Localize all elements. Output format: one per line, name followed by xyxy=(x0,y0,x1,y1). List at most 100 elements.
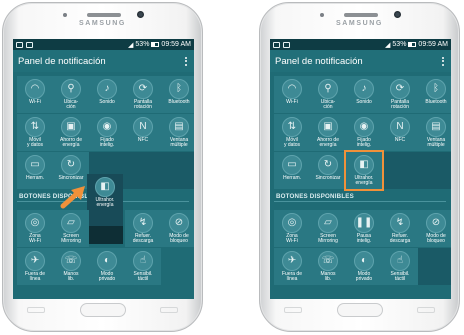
quick-tile[interactable]: ⚲ Ubica- ción xyxy=(53,76,89,113)
quick-tile-label: Bluetooth xyxy=(168,99,190,105)
power-saving-icon: ▣ xyxy=(61,117,81,137)
quick-tile[interactable]: ☏ Manos lib. xyxy=(53,248,89,285)
location-icon: ⚲ xyxy=(61,79,81,99)
quick-tile[interactable]: ☏ Manos lib. xyxy=(310,248,346,285)
quick-tile[interactable]: ♪ Sonido xyxy=(346,76,382,113)
download-booster-icon: ↯ xyxy=(133,213,153,233)
ultra-power-saving-icon: ◧ xyxy=(95,177,115,197)
quick-tile-label: Manos lib. xyxy=(63,271,79,283)
quick-tile[interactable]: ◎ Zona Wi-Fi xyxy=(17,210,53,247)
sync-icon: ↻ xyxy=(318,155,338,175)
quick-tile[interactable]: ↯ Refuer. descarga xyxy=(382,210,418,247)
toolbox-icon: ▭ xyxy=(25,155,45,175)
private-mode-icon: ◐ xyxy=(354,251,374,271)
front-camera xyxy=(394,11,401,18)
quick-tile[interactable]: ↯ Refuer. descarga xyxy=(125,210,161,247)
more-options-icon[interactable] xyxy=(440,55,446,68)
recent-apps-key[interactable] xyxy=(284,307,302,313)
home-button[interactable] xyxy=(79,303,126,317)
quick-tile[interactable]: ◠ Wi-Fi xyxy=(274,76,310,113)
quick-tile-label: Sincronizar xyxy=(58,175,84,181)
quick-tile[interactable]: ◉ Fijado intelig. xyxy=(89,114,125,151)
quick-tile[interactable]: ⇅ Móvil y datos xyxy=(274,114,310,151)
more-options-icon[interactable] xyxy=(183,55,189,68)
quick-tile[interactable]: ⊘ Modo de bloqueo xyxy=(161,210,194,247)
quick-tile-label: Herram. xyxy=(282,175,302,181)
quick-tile[interactable]: ⚲ Ubica- ción xyxy=(310,76,346,113)
quick-tile-label: Zona Wi-Fi xyxy=(29,233,41,245)
quick-tile[interactable]: ᛒ Bluetooth xyxy=(418,76,451,113)
quick-tile[interactable]: ▣ Ahorro de energía xyxy=(53,114,89,151)
quick-tile-label: Ubica- ción xyxy=(63,99,79,111)
quick-tile[interactable]: ⟳ Pantalla rotación xyxy=(382,76,418,113)
quick-tile[interactable]: ☝ Sensibil. táctil xyxy=(382,248,418,285)
image-notification-icon xyxy=(16,41,23,48)
rotation-icon: ⟳ xyxy=(133,79,153,99)
quick-tile[interactable]: ▤ Ventana múltiple xyxy=(161,114,194,151)
front-camera xyxy=(137,11,144,18)
phone-left: SAMSUNG ◢ 53% 09:59 AM Panel de notifica… xyxy=(2,2,203,332)
quick-tile[interactable]: ☝ Sensibil. táctil xyxy=(125,248,161,285)
panel-title: Panel de notificación xyxy=(275,55,363,67)
recent-apps-key[interactable] xyxy=(27,307,45,313)
clock: 09:59 AM xyxy=(418,41,448,48)
power-saving-icon: ▣ xyxy=(318,117,338,137)
quick-tile-label: Refuer. descarga xyxy=(132,233,154,245)
quick-tile-label: Modo privado xyxy=(355,271,373,283)
private-mode-icon: ◐ xyxy=(97,251,117,271)
quick-tile[interactable]: N NFC xyxy=(125,114,161,151)
quick-tile[interactable]: ⇅ Móvil y datos xyxy=(17,114,53,151)
multi-window-icon: ▤ xyxy=(169,117,189,137)
panel-header: Panel de notificación xyxy=(13,50,194,72)
quick-tile[interactable]: ▣ Ahorro de energía xyxy=(310,114,346,151)
quick-tile-label: Sonido xyxy=(356,99,372,105)
quick-tile[interactable]: ↻ Sincronizar xyxy=(310,152,346,189)
quick-tile[interactable]: ᛒ Bluetooth xyxy=(161,76,194,113)
quick-tile[interactable]: ◐ Modo privado xyxy=(89,248,125,285)
quick-tile[interactable]: ◐ Modo privado xyxy=(346,248,382,285)
quick-tile[interactable]: ⟳ Pantalla rotación xyxy=(125,76,161,113)
quick-tile[interactable]: ◉ Fijado intelig. xyxy=(346,114,382,151)
blocking-mode-icon: ⊘ xyxy=(169,213,189,233)
empty-slot-area xyxy=(418,248,451,285)
touch-sensitivity-icon: ☝ xyxy=(133,251,153,271)
quick-tile[interactable]: ▤ Ventana múltiple xyxy=(418,114,451,151)
back-key[interactable] xyxy=(160,307,178,313)
quick-tile-label: NFC xyxy=(137,137,149,143)
section-divider xyxy=(274,201,446,202)
quick-tile-label: Screen Mirroring xyxy=(61,233,81,245)
quick-tile[interactable]: ❚❚ Pausa intelig. xyxy=(346,210,382,247)
quick-tile[interactable]: ◠ Wi-Fi xyxy=(17,76,53,113)
brand-logo: SAMSUNG xyxy=(79,20,126,27)
quick-tile[interactable]: ✈ Fuera de línea xyxy=(274,248,310,285)
bluetooth-icon: ᛒ xyxy=(169,79,189,99)
brand-logo: SAMSUNG xyxy=(336,20,383,27)
touch-sensitivity-icon: ☝ xyxy=(390,251,410,271)
quick-tile[interactable]: ▱ Screen Mirroring xyxy=(310,210,346,247)
quick-tile-label: Wi-Fi xyxy=(29,99,41,105)
quick-tile[interactable]: ▱ Screen Mirroring xyxy=(53,210,89,247)
home-button[interactable] xyxy=(336,303,383,317)
quick-tile[interactable]: ◎ Zona Wi-Fi xyxy=(274,210,310,247)
quick-tile-label: Sincronizar xyxy=(315,175,341,181)
quick-tile[interactable]: ✈ Fuera de línea xyxy=(17,248,53,285)
empty-slot-area xyxy=(382,152,451,189)
clock: 09:59 AM xyxy=(161,41,191,48)
quick-tile-label: Ventana múltiple xyxy=(169,137,189,149)
phone-right: SAMSUNG ◢ 53% 09:59 AM Panel de notifica… xyxy=(259,2,460,332)
quick-tile[interactable]: ♪ Sonido xyxy=(89,76,125,113)
quick-tile-label: Modo de bloqueo xyxy=(426,233,446,245)
quick-tile[interactable]: N NFC xyxy=(382,114,418,151)
quick-tile[interactable]: ⊘ Modo de bloqueo xyxy=(418,210,451,247)
quick-tile[interactable]: ▭ Herram. xyxy=(17,152,53,189)
quick-tile-label: Fuera de línea xyxy=(281,271,302,283)
back-key[interactable] xyxy=(417,307,435,313)
hotspot-icon: ◎ xyxy=(282,213,302,233)
quick-tile[interactable]: ▭ Herram. xyxy=(274,152,310,189)
battery-percent: 53% xyxy=(135,41,150,48)
quick-tile-label: Modo privado xyxy=(98,271,116,283)
smart-stay-icon: ◉ xyxy=(354,117,374,137)
dragged-tile[interactable]: ◧ Ultrahor. energía xyxy=(87,174,123,226)
hands-free-icon: ☏ xyxy=(318,251,338,271)
quick-tile-label: NFC xyxy=(394,137,406,143)
